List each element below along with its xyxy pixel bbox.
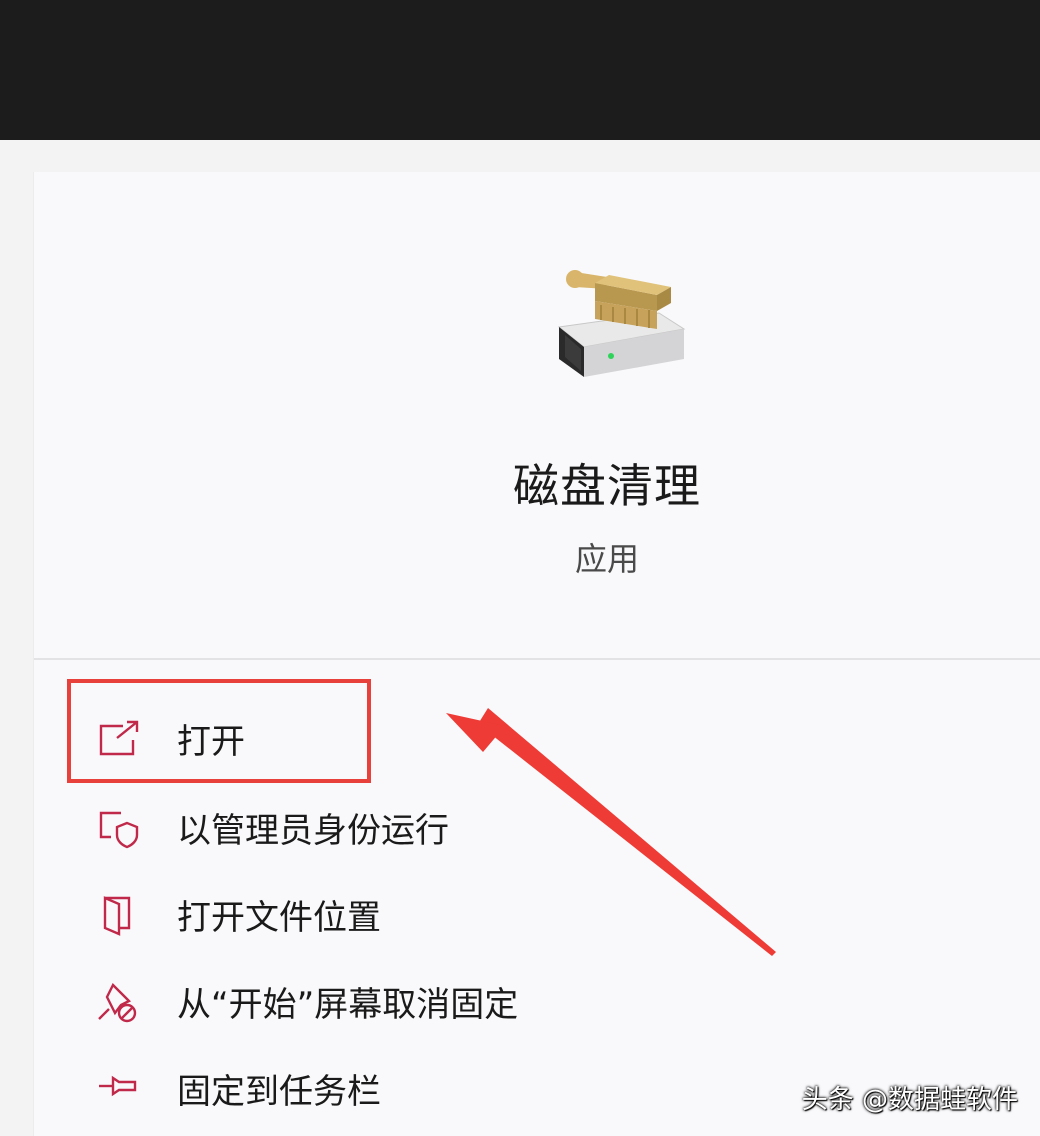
highlight-annotation-box (67, 679, 371, 783)
app-header: 磁盘清理 应用 (34, 172, 1040, 660)
run-as-admin-shield-icon (99, 811, 139, 849)
watermark: 头条 @数据蛙软件 (801, 1085, 1018, 1115)
disk-cleanup-icon (557, 270, 686, 377)
menu-item-label: 从“开始”屏幕取消固定 (177, 985, 519, 1025)
menu-item-pin-to-taskbar[interactable]: 固定到任务栏 (33, 1048, 733, 1128)
menu-item-label: 打开文件位置 (177, 898, 381, 938)
app-title: 磁盘清理 (513, 459, 701, 513)
divider (34, 658, 1040, 660)
menu-item-open-file-location[interactable]: 打开文件位置 (33, 874, 733, 954)
menu-item-label: 以管理员身份运行 (177, 811, 449, 851)
top-dark-bar (0, 0, 1040, 140)
menu-item-run-as-admin[interactable]: 以管理员身份运行 (33, 787, 733, 867)
app-type-label: 应用 (574, 540, 639, 578)
unpin-icon (98, 982, 137, 1023)
file-location-icon (103, 896, 131, 936)
pin-icon (99, 1075, 137, 1097)
menu-item-label: 固定到任务栏 (177, 1072, 381, 1112)
menu-item-unpin-from-start[interactable]: 从“开始”屏幕取消固定 (33, 961, 733, 1041)
